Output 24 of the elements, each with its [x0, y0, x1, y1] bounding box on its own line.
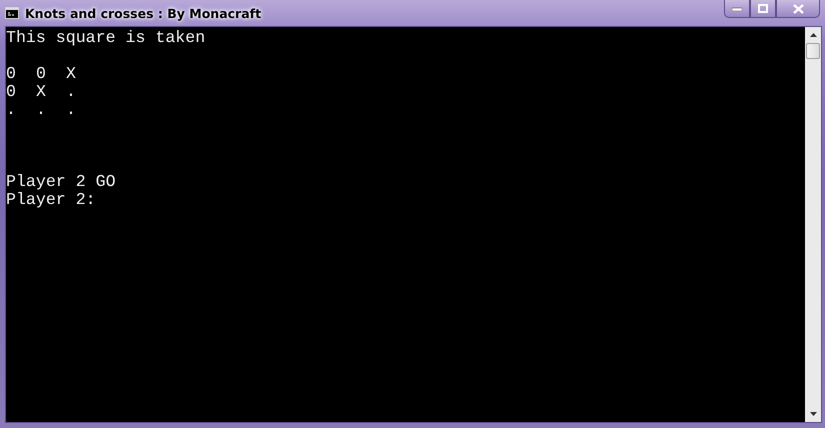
scroll-up-icon[interactable] [810, 33, 816, 37]
maximize-button[interactable] [750, 0, 776, 18]
minimize-icon [732, 6, 742, 10]
window-title: Knots and crosses : By Monacraft [25, 6, 262, 20]
board-cell: . [36, 100, 46, 119]
board-cell: 0 [6, 82, 16, 101]
board-cell: . [66, 100, 76, 119]
maximize-icon [758, 4, 768, 13]
scroll-thumb[interactable] [806, 43, 820, 59]
console-prompt-line: Player 2: [6, 191, 96, 209]
console-message: This square is taken [6, 29, 206, 47]
close-icon [792, 4, 804, 14]
console-app-icon [5, 7, 19, 19]
scrollbar[interactable] [805, 27, 821, 422]
board-cell: X [36, 82, 46, 101]
scroll-down-icon[interactable] [810, 412, 816, 416]
board-cell: . [66, 82, 76, 101]
close-button[interactable] [776, 0, 820, 18]
console-prompt-line: Player 2 GO [6, 173, 116, 191]
board-cell: X [66, 64, 76, 83]
board-cell: 0 [6, 64, 16, 83]
minimize-button[interactable] [724, 0, 750, 18]
board-cell: 0 [36, 64, 46, 83]
board-cell: . [6, 100, 16, 119]
